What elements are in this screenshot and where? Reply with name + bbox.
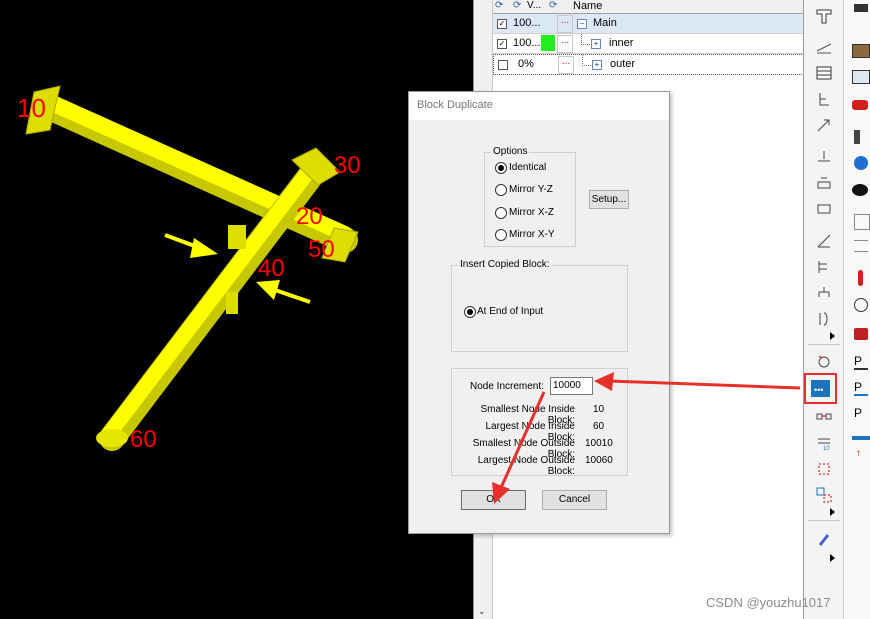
arrowhead-input [594, 372, 614, 391]
arrow-to-input [609, 379, 801, 390]
arrow-to-ok [498, 391, 546, 491]
annotation-arrows [492, 372, 801, 504]
watermark: CSDN @youzhu1017 [706, 595, 831, 610]
